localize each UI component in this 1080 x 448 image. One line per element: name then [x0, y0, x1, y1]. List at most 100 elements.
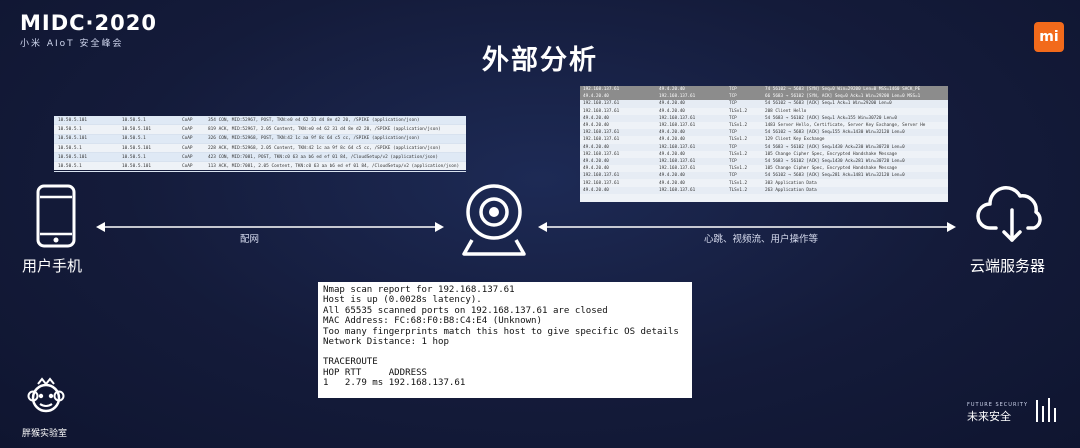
packet-src: 49.4.20.40 [583, 187, 609, 193]
packet-dst: 10.50.5.101 [122, 126, 152, 132]
packet-dst: 49.4.20.40 [659, 137, 685, 143]
packet-src: 192.168.137.61 [583, 180, 620, 186]
packet-info: 129 Client Key Exchange [765, 137, 825, 143]
packet-proto: TCP [729, 87, 737, 93]
packet-row: 49.4.20.40 192.168.137.61 TLSv1.2 105 Chang… [580, 165, 948, 172]
packet-row: 192.168.137.61 49.4.20.40 TCP 54 56102 → 56… [580, 172, 948, 180]
packet-dst: 10.50.5.1 [122, 136, 146, 142]
packet-info: 54 5683 → 56102 [ACK] Seq=1430 Ack=281 W… [765, 158, 905, 164]
lab-name: 胖猴实验室 [22, 429, 68, 439]
packet-info: 326 CON, MID:52968, POST, TKN:42 1c aa 9… [208, 136, 420, 142]
packet-src: 10.50.5.1 [58, 145, 82, 151]
packet-dst: 10.50.5.1 [122, 117, 146, 123]
packet-proto: TLSv1.2 [729, 108, 748, 114]
packet-dst: 49.4.20.40 [659, 130, 685, 136]
packet-dst: 192.168.137.61 [659, 166, 696, 172]
packet-row: 49.4.20.40 192.168.137.61 TCP 54 5683 → 561… [580, 143, 948, 151]
tls-packet-capture: 192.168.137.61 49.4.20.40 TCP 74 56102 → 56… [580, 86, 948, 202]
packet-src: 49.4.20.40 [583, 94, 609, 100]
packet-info: 105 Change Cipher Spec, Encrypted Handsh… [765, 166, 897, 172]
packet-proto: TCP [729, 115, 737, 121]
packet-proto: TLSv1.2 [729, 187, 748, 193]
nmap-line: Too many fingerprints match this host to… [323, 326, 679, 337]
packet-info: 423 CON, MID:7081, POST, TKN:c0 63 aa b6… [208, 154, 438, 160]
packet-row: 49.4.20.40 192.168.137.61 TLSv1.2 1483 Serv… [580, 122, 948, 129]
future-security-mark-icon [1036, 398, 1056, 422]
nmap-line: HOP RTT ADDRESS [323, 367, 428, 378]
packet-proto: TLSv1.2 [729, 123, 748, 129]
packet-dst: 49.4.20.40 [659, 87, 685, 93]
packet-info: 54 5683 → 56102 [ACK] Seq=1430 Ack=230 W… [765, 144, 905, 150]
packet-dst: 49.4.20.40 [659, 101, 685, 107]
packet-dst: 49.4.20.40 [659, 180, 685, 186]
packet-dst: 192.168.137.61 [659, 144, 696, 150]
monkey-logo-icon [27, 377, 65, 413]
lab-logo: 胖猴实验室 [22, 376, 70, 439]
slide-title: 外部分析 [482, 45, 598, 76]
packet-info: 54 56102 → 5683 [ACK] Seq=1 Ack=1 Win=29… [765, 101, 892, 107]
future-security-name: 未来安全 [966, 410, 1011, 423]
nmap-line [323, 347, 687, 357]
packet-info: 819 ACK, MID:52967, 2.05 Content, TKN:e0… [208, 126, 441, 132]
packet-proto: TCP [729, 94, 737, 100]
packet-dst: 192.168.137.61 [659, 187, 696, 193]
packet-row: 10.50.5.1 10.50.5.101 CoAP 113 ACK, MID:708… [54, 162, 466, 172]
packet-proto: TCP [729, 158, 737, 164]
packet-row: 192.168.137.61 49.4.20.40 TLSv1.2 303 Appli… [580, 179, 948, 186]
packet-info: 105 Change Cipher Spec, Encrypted Handsh… [765, 151, 897, 157]
brand-title: MIDC·2020 [20, 11, 157, 35]
packet-row: 10.50.5.101 10.50.5.1 CoAP 354 CON, MID:529… [54, 116, 466, 126]
packet-row: 49.4.20.40 192.168.137.61 TLSv1.2 263 Appli… [580, 186, 948, 194]
packet-info: 1483 Server Hello, Certificate, Server K… [765, 123, 926, 129]
packet-dst: 49.4.20.40 [659, 151, 685, 157]
packet-src: 49.4.20.40 [583, 158, 609, 164]
nmap-line: TRACEROUTE [323, 357, 378, 368]
packet-info: 208 Client Hello [765, 108, 807, 114]
packet-row: 10.50.5.101 10.50.5.1 CoAP 326 CON, MID:529… [54, 134, 466, 144]
packet-row: 192.168.137.61 49.4.20.40 TCP 54 56102 → 56… [580, 100, 948, 108]
packet-src: 10.50.5.1 [58, 126, 82, 132]
packet-row: 192.168.137.61 49.4.20.40 TCP 74 56102 → 56… [580, 86, 948, 94]
provisioning-label: 配网 [240, 234, 260, 245]
packet-src: 10.50.5.101 [58, 117, 88, 123]
packet-src: 192.168.137.61 [583, 87, 620, 93]
packet-proto: TLSv1.2 [729, 137, 748, 143]
camera-icon [462, 182, 526, 258]
packet-src: 192.168.137.61 [583, 130, 620, 136]
packet-proto: TCP [729, 130, 737, 136]
packet-proto: TCP [729, 101, 737, 107]
packet-info: 74 56102 → 5683 [SYN] Seq=0 Win=29200 Le… [765, 87, 921, 93]
phone-label: 用户手机 [22, 257, 83, 275]
packet-dst: 10.50.5.101 [122, 164, 152, 170]
packet-row: 192.168.137.61 49.4.20.40 TCP 54 56102 → 56… [580, 129, 948, 137]
packet-src: 192.168.137.61 [583, 101, 620, 107]
packet-row: 192.168.137.61 49.4.20.40 TLSv1.2 129 Clien… [580, 136, 948, 143]
left-double-arrow [96, 218, 444, 237]
packet-info: 303 Application Data [765, 180, 817, 186]
packet-dst: 192.168.137.61 [659, 123, 696, 129]
nmap-line: MAC Address: FC:68:F0:B8:C4:E4 (Unknown) [323, 316, 542, 327]
packet-info: 66 5683 → 56102 [SYN, ACK] Seq=0 Ack=1 W… [765, 94, 921, 100]
packet-src: 192.168.137.61 [583, 137, 620, 143]
packet-src: 49.4.20.40 [583, 115, 609, 121]
packet-row: 192.168.137.61 49.4.20.40 TLSv1.2 105 Chang… [580, 151, 948, 158]
packet-src: 49.4.20.40 [583, 166, 609, 172]
packet-src: 10.50.5.1 [58, 164, 82, 170]
packet-proto: CoAP [182, 154, 193, 160]
nmap-line: Host is up (0.0028s latency). [323, 295, 482, 306]
cloud-download-icon [976, 182, 1048, 248]
packet-proto: CoAP [182, 126, 193, 132]
packet-src: 192.168.137.61 [583, 173, 620, 179]
nmap-line: Network Distance: 1 hop [323, 337, 449, 348]
packet-dst: 192.168.137.61 [659, 94, 696, 100]
nmap-line: All 65535 scanned ports on 192.168.137.6… [323, 305, 608, 316]
traffic-label: 心跳、视频流、用户操作等 [704, 234, 819, 245]
packet-src: 192.168.137.61 [583, 151, 620, 157]
packet-proto: CoAP [182, 145, 193, 151]
nmap-line: Nmap scan report for 192.168.137.61 [323, 285, 515, 295]
packet-info: 54 5683 → 56102 [ACK] Seq=1 Ack=155 Win=… [765, 115, 897, 121]
future-security-logo: FUTURE SECURITY 未来安全 [967, 396, 1058, 424]
packet-dst: 10.50.5.1 [122, 154, 146, 160]
packet-row: 10.50.5.1 10.50.5.101 CoAP 819 ACK, MID:529… [54, 125, 466, 135]
packet-dst: 49.4.20.40 [659, 173, 685, 179]
